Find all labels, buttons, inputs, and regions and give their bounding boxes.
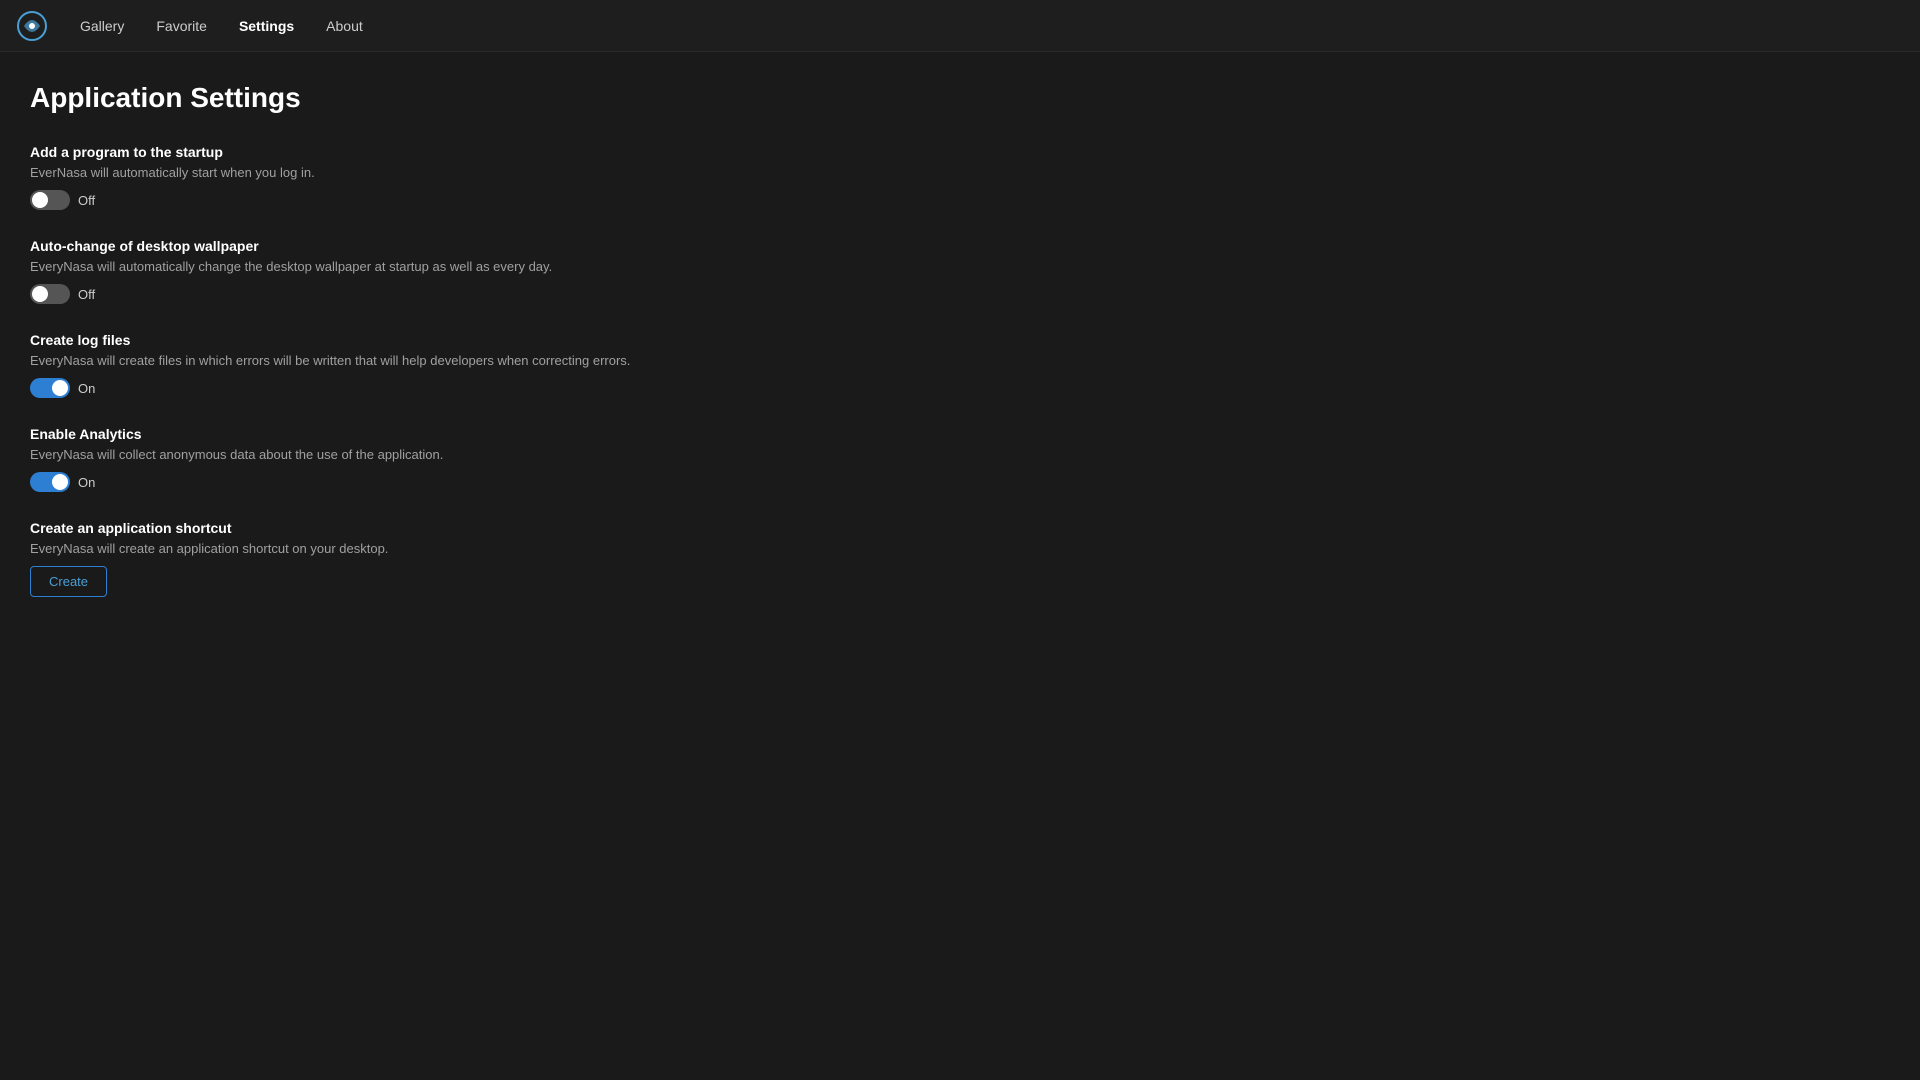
setting-shortcut: Create an application shortcut EveryNasa… — [30, 520, 1890, 597]
setting-wallpaper-toggle-label: Off — [78, 287, 95, 302]
setting-shortcut-description: EveryNasa will create an application sho… — [30, 541, 730, 556]
wallpaper-toggle-thumb — [32, 286, 48, 302]
setting-analytics: Enable Analytics EveryNasa will collect … — [30, 426, 1890, 492]
log-files-toggle-thumb — [52, 380, 68, 396]
nav-item-favorite[interactable]: Favorite — [144, 12, 219, 40]
startup-toggle-thumb — [32, 192, 48, 208]
setting-analytics-toggle-row: On — [30, 472, 1890, 492]
setting-wallpaper-toggle[interactable] — [30, 284, 70, 304]
main-content: Application Settings Add a program to th… — [0, 52, 1920, 655]
nav-item-settings[interactable]: Settings — [227, 12, 306, 40]
setting-wallpaper: Auto-change of desktop wallpaper EveryNa… — [30, 238, 1890, 304]
navbar: Gallery Favorite Settings About — [0, 0, 1920, 52]
log-files-toggle-track — [30, 378, 70, 398]
nav-item-gallery[interactable]: Gallery — [68, 12, 136, 40]
startup-toggle-track — [30, 190, 70, 210]
setting-startup-toggle-label: Off — [78, 193, 95, 208]
create-shortcut-button[interactable]: Create — [30, 566, 107, 597]
page-title: Application Settings — [30, 82, 1890, 114]
app-logo — [16, 10, 48, 42]
setting-startup-toggle-row: Off — [30, 190, 1890, 210]
setting-log-files: Create log files EveryNasa will create f… — [30, 332, 1890, 398]
setting-startup-description: EverNasa will automatically start when y… — [30, 165, 730, 180]
analytics-toggle-track — [30, 472, 70, 492]
setting-startup: Add a program to the startup EverNasa wi… — [30, 144, 1890, 210]
setting-startup-title: Add a program to the startup — [30, 144, 1890, 160]
nav-item-about[interactable]: About — [314, 12, 375, 40]
setting-log-files-toggle-label: On — [78, 381, 95, 396]
setting-log-files-toggle-row: On — [30, 378, 1890, 398]
nav-items: Gallery Favorite Settings About — [68, 12, 375, 40]
setting-analytics-title: Enable Analytics — [30, 426, 1890, 442]
analytics-toggle-thumb — [52, 474, 68, 490]
setting-log-files-toggle[interactable] — [30, 378, 70, 398]
setting-wallpaper-title: Auto-change of desktop wallpaper — [30, 238, 1890, 254]
setting-log-files-description: EveryNasa will create files in which err… — [30, 353, 730, 368]
setting-log-files-title: Create log files — [30, 332, 1890, 348]
setting-wallpaper-description: EveryNasa will automatically change the … — [30, 259, 730, 274]
setting-analytics-toggle[interactable] — [30, 472, 70, 492]
setting-shortcut-title: Create an application shortcut — [30, 520, 1890, 536]
setting-startup-toggle[interactable] — [30, 190, 70, 210]
wallpaper-toggle-track — [30, 284, 70, 304]
setting-analytics-toggle-label: On — [78, 475, 95, 490]
setting-wallpaper-toggle-row: Off — [30, 284, 1890, 304]
setting-analytics-description: EveryNasa will collect anonymous data ab… — [30, 447, 730, 462]
